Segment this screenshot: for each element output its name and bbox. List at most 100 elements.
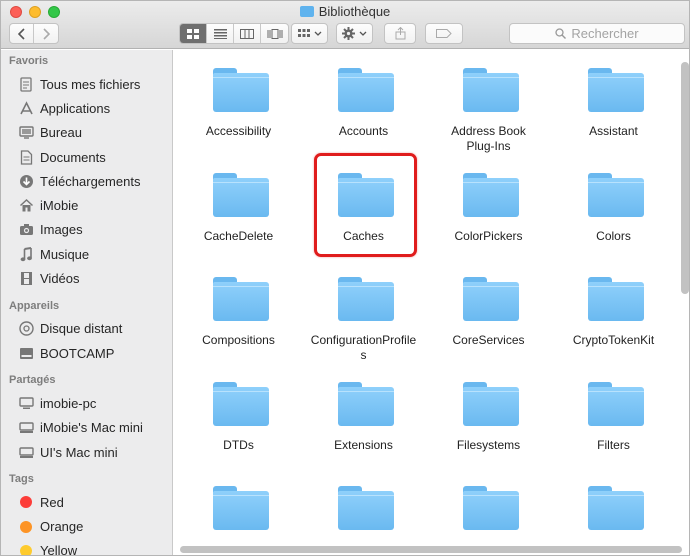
folder-item[interactable]: Assistant xyxy=(551,64,676,164)
folder-item[interactable]: Accessibility xyxy=(176,64,301,164)
action-button[interactable] xyxy=(336,23,373,44)
all-files-icon xyxy=(18,76,34,92)
folder-item[interactable] xyxy=(301,482,426,555)
folder-item[interactable]: Extensions xyxy=(301,378,426,478)
sidebar-item-favorites-7[interactable]: Musique xyxy=(1,242,172,266)
folder-icon xyxy=(463,172,519,217)
grid-icon xyxy=(297,28,310,37)
sidebar-item-favorites-3[interactable]: Documents xyxy=(1,145,172,169)
folder-item[interactable]: CoreServices xyxy=(426,273,551,373)
tag-button[interactable] xyxy=(425,23,463,44)
back-button[interactable] xyxy=(10,24,34,43)
sidebar-item-shared-1[interactable]: iMobie's Mac mini xyxy=(1,416,172,440)
folder-icon xyxy=(213,486,269,530)
documents-icon xyxy=(18,149,34,165)
folder-item[interactable]: ColorPickers xyxy=(426,169,551,269)
sidebar-item-favorites-6[interactable]: Images xyxy=(1,218,172,242)
navigation-buttons xyxy=(9,23,59,44)
pc-icon xyxy=(18,395,34,411)
folder-item[interactable]: DTDs xyxy=(176,378,301,478)
folder-item[interactable]: CryptoTokenKit xyxy=(551,273,676,373)
sidebar-item-label: Applications xyxy=(40,100,111,116)
folder-content-area: Accessibility Accounts Address Book Plug-I… xyxy=(174,50,689,555)
sidebar-item-devices-1[interactable]: BOOTCAMP xyxy=(1,341,172,365)
folder-icon xyxy=(338,486,394,530)
arrange-button[interactable] xyxy=(291,23,328,44)
folder-label: Assistant xyxy=(589,124,638,138)
share-icon xyxy=(395,27,405,40)
list-view-icon xyxy=(213,28,227,39)
cover-flow-view-button[interactable] xyxy=(261,24,288,43)
sidebar-item-tags-0[interactable]: Red xyxy=(1,490,172,514)
folder-icon xyxy=(588,172,644,217)
folder-icon xyxy=(213,277,269,321)
sidebar-item-favorites-2[interactable]: Bureau xyxy=(1,121,172,145)
folder-icon xyxy=(213,68,269,112)
column-view-button[interactable] xyxy=(234,24,261,43)
search-placeholder: Rechercher xyxy=(571,26,639,41)
sidebar-item-tags-2[interactable]: Yellow xyxy=(1,539,172,556)
folder-item[interactable]: Filters xyxy=(551,378,676,478)
folder-icon xyxy=(463,486,519,530)
sidebar-section-tags: Tags xyxy=(9,473,34,486)
sidebar-item-label: Red xyxy=(40,494,64,510)
tag-icon xyxy=(436,29,452,38)
folder-label: DTDs xyxy=(223,437,254,452)
share-button[interactable] xyxy=(384,23,416,44)
folder-label: CacheDelete xyxy=(203,228,274,243)
sidebar-item-tags-1[interactable]: Orange xyxy=(1,514,172,538)
finder-window: Bibliothèque Rechercher Favoris Tous mes… xyxy=(0,0,690,556)
sidebar-item-label: imobie-pc xyxy=(40,395,97,411)
folder-item[interactable]: Colors xyxy=(551,169,676,269)
sidebar-item-shared-0[interactable]: imobie-pc xyxy=(1,391,172,415)
search-field[interactable]: Rechercher xyxy=(509,23,685,44)
folder-label: CoreServices xyxy=(452,333,525,347)
forward-button[interactable] xyxy=(34,24,58,43)
disc-icon xyxy=(18,321,34,337)
sidebar-item-label: Téléchargements xyxy=(40,173,141,189)
folder-item[interactable]: Address Book Plug-Ins xyxy=(426,64,551,164)
highlight-box xyxy=(314,153,417,257)
home-icon xyxy=(18,198,34,214)
tag-color-icon xyxy=(18,494,34,510)
folder-item[interactable]: CacheDelete xyxy=(176,169,301,269)
folder-label: Accounts xyxy=(338,124,389,138)
sidebar-item-label: Vidéos xyxy=(40,271,80,287)
folder-label: Extensions xyxy=(334,437,393,452)
folder-label: ConfigurationProfile s xyxy=(310,333,417,362)
folder-item[interactable] xyxy=(426,482,551,555)
sidebar-item-favorites-4[interactable]: Téléchargements xyxy=(1,169,172,193)
sidebar-item-shared-2[interactable]: UI's Mac mini xyxy=(1,440,172,464)
sidebar-item-favorites-0[interactable]: Tous mes fichiers xyxy=(1,72,172,96)
folder-item[interactable] xyxy=(176,482,301,555)
folder-item[interactable] xyxy=(551,482,676,555)
sidebar-item-favorites-5[interactable]: iMobie xyxy=(1,193,172,217)
sidebar-item-devices-0[interactable]: Disque distant xyxy=(1,317,172,341)
sidebar-item-favorites-1[interactable]: Applications xyxy=(1,96,172,120)
folder-icon xyxy=(213,172,269,217)
sidebar-item-label: Yellow xyxy=(40,543,78,556)
sidebar-item-label: Musique xyxy=(40,246,90,262)
folder-item[interactable]: Compositions xyxy=(176,273,301,373)
folder-label: Colors xyxy=(596,228,631,243)
sidebar-item-label: Orange xyxy=(40,519,84,535)
folder-icon xyxy=(338,381,394,426)
window-title-text: Bibliothèque xyxy=(318,4,391,19)
folder-item[interactable]: Filesystems xyxy=(426,378,551,478)
sidebar-item-label: Disque distant xyxy=(40,321,123,337)
icon-view-icon xyxy=(187,28,199,39)
folder-item[interactable]: ConfigurationProfile s xyxy=(301,273,426,373)
sidebar-item-label: BOOTCAMP xyxy=(40,345,115,361)
sidebar-item-favorites-8[interactable]: Vidéos xyxy=(1,266,172,290)
folder-icon xyxy=(588,277,644,321)
sidebar-item-label: Images xyxy=(40,222,83,238)
list-view-button[interactable] xyxy=(207,24,234,43)
folder-icon xyxy=(588,486,644,530)
chevron-left-icon xyxy=(17,27,25,40)
chevron-down-icon xyxy=(314,31,321,36)
icon-view-button[interactable] xyxy=(180,24,207,43)
folder-item[interactable]: Accounts xyxy=(301,64,426,164)
vertical-scrollbar[interactable] xyxy=(681,62,689,294)
folder-icon xyxy=(338,277,394,321)
horizontal-scrollbar[interactable] xyxy=(180,546,682,553)
